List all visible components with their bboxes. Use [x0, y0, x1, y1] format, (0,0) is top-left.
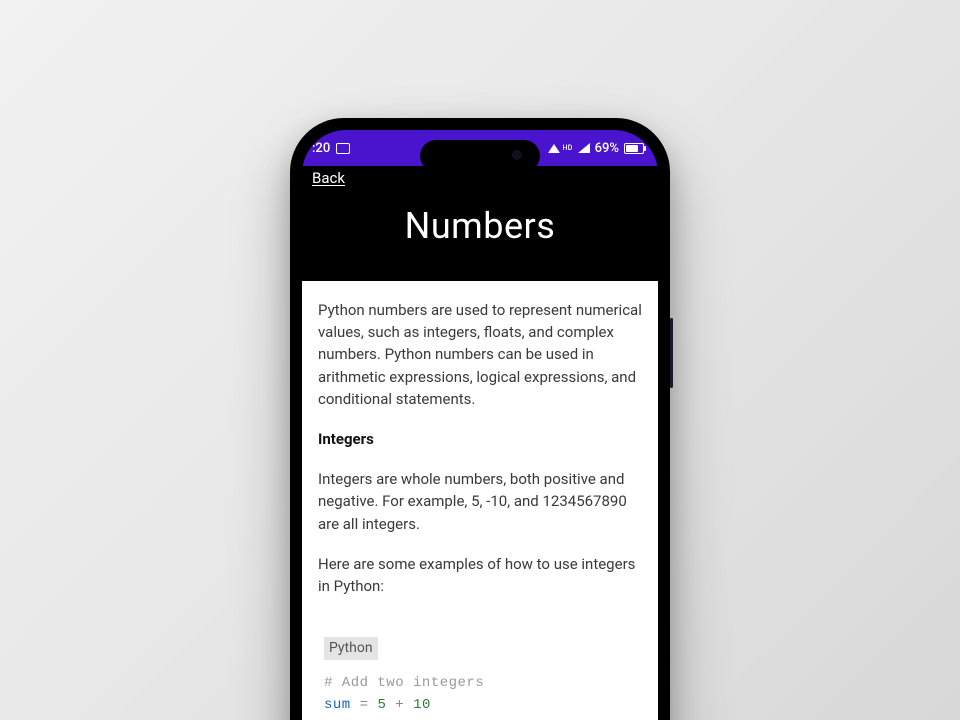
phone-frame: :20 HD 69% Back Numbers Python numbers a: [290, 118, 670, 720]
code-token-num: 10: [413, 697, 431, 713]
cast-icon: [336, 143, 350, 154]
code-block: # Add two integers sum = 5 + 10 print(su…: [318, 672, 642, 720]
cellular-signal-icon: [578, 143, 590, 153]
battery-icon: [624, 143, 644, 154]
section-heading-integers: Integers: [318, 430, 374, 448]
network-type-label: HD: [563, 144, 573, 152]
integers-paragraph-1: Integers are whole numbers, both positiv…: [318, 468, 642, 535]
article-body[interactable]: Python numbers are used to represent num…: [302, 281, 658, 720]
page-title: Numbers: [312, 205, 648, 247]
intro-paragraph: Python numbers are used to represent num…: [318, 299, 642, 410]
page-header: Numbers: [302, 191, 658, 281]
code-token-num: 5: [377, 697, 386, 713]
device-mock-stage: :20 HD 69% Back Numbers Python numbers a: [0, 0, 960, 720]
code-comment: # Add two integers: [324, 675, 484, 691]
code-token-op: +: [386, 697, 413, 713]
code-language-badge: Python: [324, 637, 378, 660]
integers-paragraph-2: Here are some examples of how to use int…: [318, 553, 642, 597]
wifi-icon: [548, 144, 560, 153]
dynamic-island: [420, 140, 540, 172]
code-token-var: sum: [324, 697, 351, 713]
back-button[interactable]: Back: [312, 169, 345, 187]
status-left: :20: [312, 141, 350, 156]
status-right: HD 69%: [548, 141, 645, 156]
code-token-op: =: [351, 697, 378, 713]
battery-percent: 69%: [595, 141, 619, 156]
phone-screen: :20 HD 69% Back Numbers Python numbers a: [302, 130, 658, 720]
status-time: :20: [312, 141, 330, 156]
